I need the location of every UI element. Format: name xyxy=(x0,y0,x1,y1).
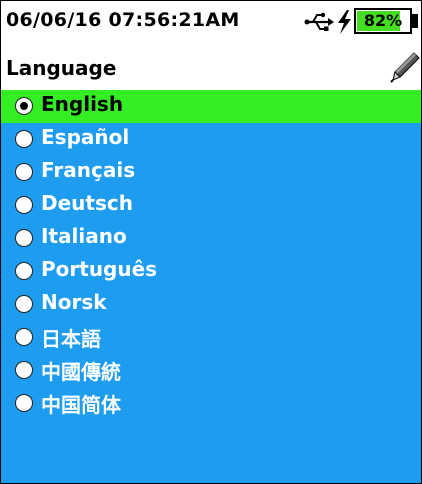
language-option[interactable]: 中国简体 xyxy=(1,387,421,420)
pen-icon[interactable] xyxy=(389,50,421,84)
language-option[interactable]: Español xyxy=(1,123,421,156)
language-label: Norsk xyxy=(41,290,107,314)
device-screen: 06/06/16 07:56:21AM 82% Language English… xyxy=(0,0,422,484)
language-option[interactable]: Norsk xyxy=(1,288,421,321)
radio-selected-dot xyxy=(20,102,28,110)
language-option[interactable]: Português xyxy=(1,255,421,288)
datetime: 06/06/16 07:56:21AM xyxy=(6,9,240,31)
radio-button-icon[interactable] xyxy=(15,262,33,280)
language-label: Español xyxy=(41,125,130,149)
usb-icon xyxy=(304,12,334,31)
language-label: Italiano xyxy=(41,224,127,248)
language-label: Português xyxy=(41,257,158,281)
radio-button-icon[interactable] xyxy=(15,229,33,247)
radio-button-icon[interactable] xyxy=(15,196,33,214)
language-label: Français xyxy=(41,158,136,182)
language-list: English Español Français Deutsch Italiano Por… xyxy=(1,90,421,483)
radio-button-icon[interactable] xyxy=(15,130,33,148)
language-label: Deutsch xyxy=(41,191,133,215)
language-option[interactable]: Deutsch xyxy=(1,189,421,222)
battery-icon: 82% xyxy=(354,8,412,34)
status-bar: 06/06/16 07:56:21AM 82% xyxy=(1,1,421,43)
radio-button-icon[interactable] xyxy=(15,361,33,379)
charging-bolt-icon xyxy=(338,10,351,34)
language-option[interactable]: Français xyxy=(1,156,421,189)
language-option[interactable]: Italiano xyxy=(1,222,421,255)
battery-tip xyxy=(412,14,418,28)
language-label: 日本語 xyxy=(41,327,101,351)
radio-button-icon[interactable] xyxy=(15,163,33,181)
radio-button-icon[interactable] xyxy=(15,97,33,115)
language-label: English xyxy=(41,92,124,116)
language-option[interactable]: 日本語 xyxy=(1,321,421,354)
language-option[interactable]: English xyxy=(1,90,421,123)
language-label: 中國傳統 xyxy=(41,360,121,384)
radio-button-icon[interactable] xyxy=(15,295,33,313)
radio-button-icon[interactable] xyxy=(15,394,33,412)
battery-percent: 82% xyxy=(363,11,403,30)
title-row: Language xyxy=(1,44,421,90)
radio-button-icon[interactable] xyxy=(15,328,33,346)
page-title: Language xyxy=(6,56,117,80)
language-label: 中国简体 xyxy=(41,393,121,417)
language-option[interactable]: 中國傳統 xyxy=(1,354,421,387)
